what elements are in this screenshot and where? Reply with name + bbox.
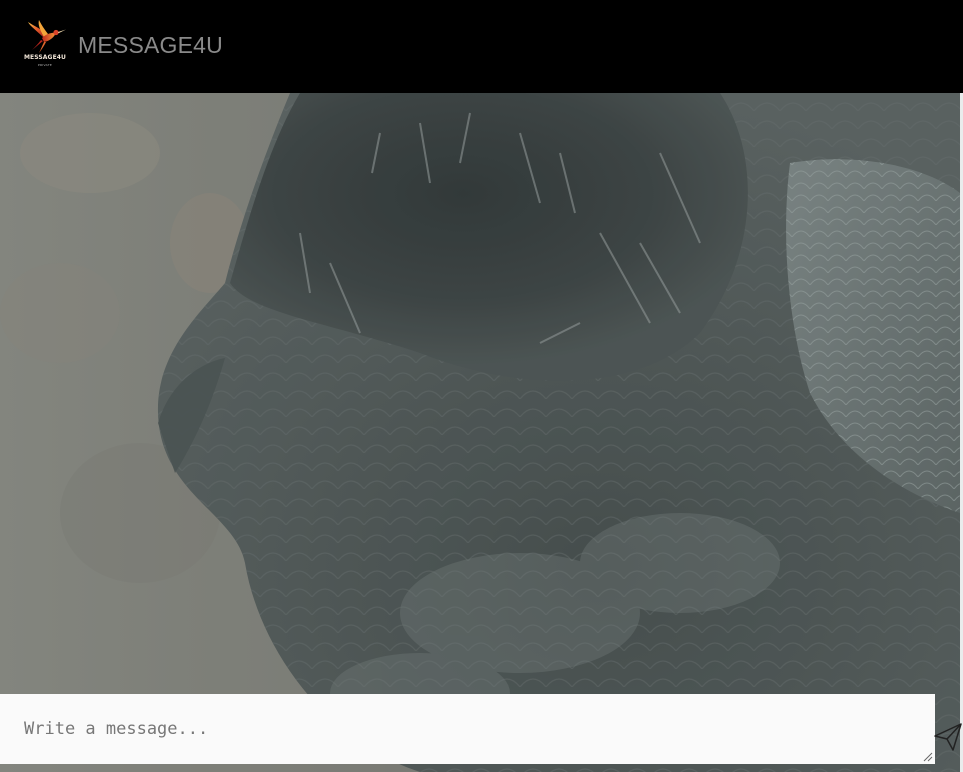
resize-handle-icon[interactable]	[923, 752, 933, 762]
logo-subtitle: PRIVATE	[37, 63, 53, 67]
raven-photo-icon	[0, 93, 960, 772]
brand-logo: MESSAGE4U PRIVATE	[22, 20, 68, 70]
background-image	[0, 93, 960, 772]
send-button[interactable]	[933, 722, 963, 752]
header-bar: MESSAGE4U PRIVATE MESSAGE4U	[0, 0, 963, 93]
hummingbird-icon	[28, 20, 66, 53]
message-composer	[0, 694, 935, 764]
app-window: MESSAGE4U PRIVATE MESSAGE4U	[0, 0, 963, 772]
paper-plane-icon	[934, 723, 962, 751]
app-title: MESSAGE4U	[78, 32, 223, 58]
message-input[interactable]	[0, 694, 935, 764]
logo-wordmark: MESSAGE4U	[23, 54, 67, 61]
